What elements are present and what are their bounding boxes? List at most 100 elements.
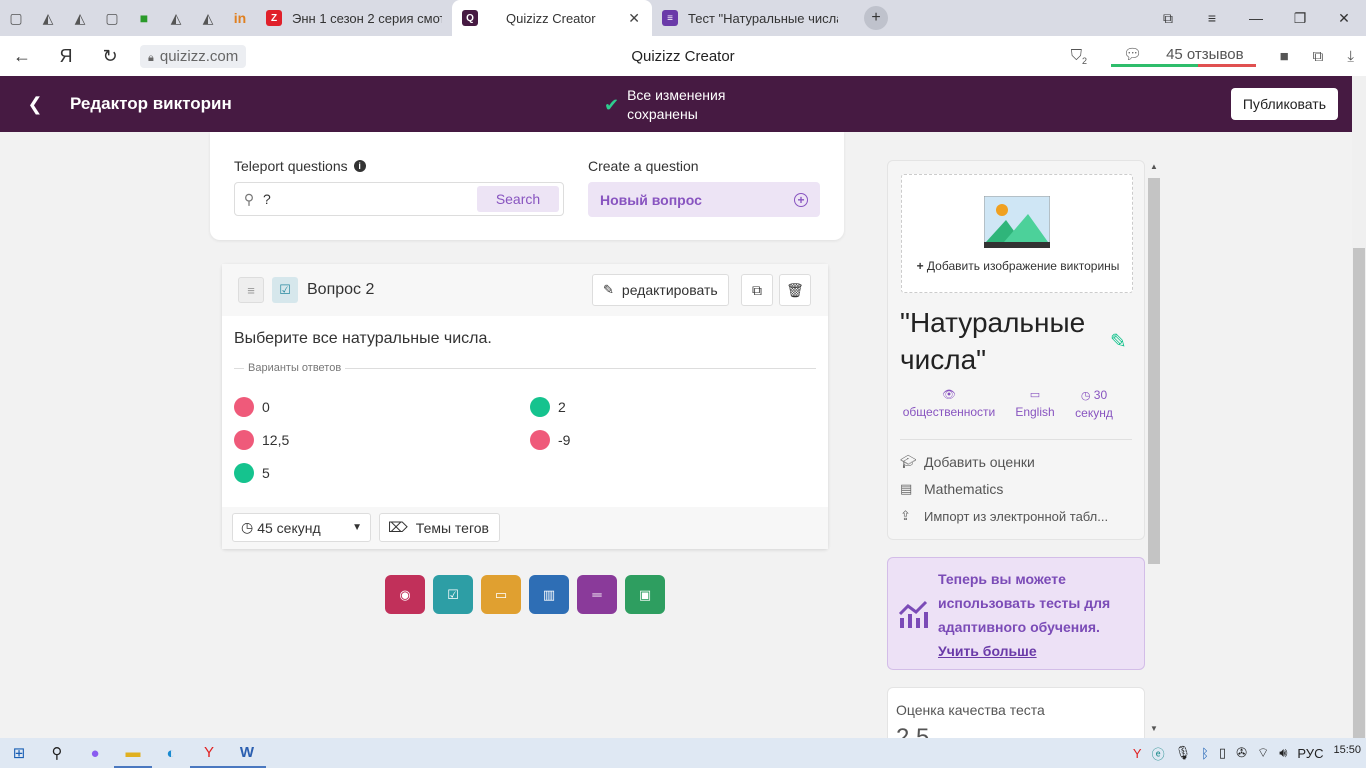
search-button[interactable]: Search (477, 186, 559, 212)
close-icon[interactable]: ✕ (628, 10, 640, 27)
check-icon: ✔ (604, 94, 620, 115)
pinned-tab-4[interactable]: ▢ (96, 0, 128, 36)
drag-handle-icon[interactable]: ≡ (238, 277, 264, 303)
back-arrow-icon[interactable]: ← (0, 46, 44, 67)
tab-test[interactable]: ≡ Тест "Натуральные числа" (652, 0, 852, 36)
bluetooth-icon[interactable]: ᛒ (1201, 746, 1209, 761)
pinned-tab-5[interactable]: ■ (128, 0, 160, 36)
delete-button[interactable]: 🗑︎ (779, 274, 811, 306)
checkbox-button[interactable]: ☑ (433, 575, 473, 614)
duplicate-button[interactable]: ⧉ (741, 274, 773, 306)
fill-blank-button[interactable]: ▭ (481, 575, 521, 614)
quizizz-icon: Q (462, 10, 478, 26)
upload-icon: ⇪ (900, 508, 911, 523)
back-chevron-icon[interactable]: ❮ (0, 94, 70, 115)
poll-button[interactable]: ▥ (529, 575, 569, 614)
network-icon[interactable]: ✇ (1236, 745, 1247, 761)
language-setting[interactable]: ▭ English (1012, 387, 1058, 421)
translate-icon: ▭ (1029, 389, 1041, 401)
yandex-tray-icon[interactable]: Y (1133, 746, 1142, 761)
open-ended-button[interactable]: ═ (577, 575, 617, 614)
scroll-down-icon[interactable]: ▼ (1147, 724, 1161, 733)
minimize-icon[interactable]: — (1234, 10, 1278, 26)
volume-icon[interactable]: 🔊︎ (1279, 745, 1287, 761)
language-indicator[interactable]: РУС (1297, 746, 1323, 761)
publish-button[interactable]: Публиковать (1230, 88, 1338, 120)
windows-start-icon[interactable]: ⊞ (0, 738, 38, 768)
pencil-icon[interactable]: ✎ (1110, 329, 1127, 354)
edge-icon[interactable]: ◐ (152, 738, 190, 768)
collections-icon[interactable]: ⧉ (1313, 48, 1324, 65)
answer-text: 12,5 (262, 432, 290, 448)
answers-label: Варианты ответов (234, 362, 816, 374)
menu-icon[interactable]: ≡ (1190, 10, 1234, 26)
bookmarks-icon[interactable]: ⧉ (1146, 10, 1190, 27)
tab-anime[interactable]: Z Энн 1 сезон 2 серия смотреть онлайн (256, 0, 452, 36)
create-question-label: Create a question (588, 158, 699, 174)
microphone-icon[interactable]: 🎙︎ (1175, 745, 1192, 761)
slide-button[interactable]: ▣ (625, 575, 665, 614)
page-scrollbar[interactable] (1352, 76, 1366, 738)
multiple-choice-button[interactable]: ◉ (385, 575, 425, 614)
alice-icon[interactable]: ● (76, 738, 114, 768)
add-image-box[interactable]: + Добавить изображение викторины (901, 174, 1133, 293)
pinned-tab-2[interactable]: ◭ (32, 0, 64, 36)
restore-icon[interactable]: ❐ (1278, 10, 1322, 27)
teleport-search-input[interactable] (263, 191, 477, 207)
reviews-badge[interactable]: 💬︎ 45 отзывов (1111, 45, 1256, 67)
new-question-button[interactable]: Новый вопрос + (588, 182, 820, 217)
fill-blank-icon: ▭ (494, 586, 508, 602)
yandex-browser-icon[interactable]: Y (190, 738, 228, 768)
caret-down-icon: ▼ (352, 522, 362, 533)
new-tab-button[interactable]: + (864, 6, 888, 30)
tags-button[interactable]: ⌦ Темы тегов (379, 513, 500, 542)
edit-label: редактировать (621, 282, 718, 298)
visibility-setting[interactable]: 👁︎ общественности (900, 387, 998, 421)
prism-icon: ◭ (202, 9, 214, 26)
answer-option: 12,5 (234, 430, 289, 450)
url-field[interactable]: 🔒︎ quizizz.com (140, 44, 247, 68)
bookmark-icon[interactable]: ■ (1280, 48, 1289, 65)
add-grades-row[interactable]: 🎓︎ Добавить оценки (900, 454, 1035, 470)
pinned-tab-8[interactable]: in (224, 0, 256, 36)
tab-quizizz-creator[interactable]: Q Quizizz Creator ✕ (452, 0, 652, 36)
plus-circle-icon: + (794, 192, 808, 207)
clock[interactable]: 15:50 (1333, 744, 1361, 756)
checkbox-type-icon: ☑ (272, 277, 298, 303)
time-select[interactable]: ◷ 45 секунд ▼ (232, 513, 371, 542)
e-icon[interactable]: ⓔ (1152, 744, 1165, 763)
tab-title: Тест "Натуральные числа" (688, 10, 838, 26)
page-scrollbar-thumb[interactable] (1353, 248, 1365, 738)
word-icon[interactable]: W (228, 738, 266, 768)
scroll-up-icon[interactable]: ▲ (1147, 162, 1161, 171)
time-setting[interactable]: ◷ 30 секунд (1072, 387, 1116, 422)
multiple-choice-icon: ◉ (399, 586, 411, 602)
download-icon[interactable]: ⤓ (1347, 48, 1354, 65)
image-icon (984, 196, 1050, 248)
phone-icon[interactable]: ▯ (1219, 745, 1226, 761)
learn-more-link[interactable]: Учить больше (938, 643, 1037, 659)
chat-icon: 💬︎ (1123, 46, 1143, 63)
pinned-tab-6[interactable]: ◭ (160, 0, 192, 36)
teleport-search: ⚲ Search (234, 182, 564, 216)
pinned-tab-7[interactable]: ◭ (192, 0, 224, 36)
wifi-icon[interactable]: ⌔ (1257, 745, 1269, 761)
reload-icon[interactable]: ↻ (88, 46, 132, 67)
search-icon[interactable]: ⚲ (38, 738, 76, 768)
edit-button[interactable]: ✎ редактировать (592, 274, 729, 306)
import-row[interactable]: ⇪ Импорт из электронной табл... (900, 508, 1108, 524)
pinned-tab-1[interactable]: ▢ (0, 0, 32, 36)
shield-icon[interactable]: ⛉2 (1071, 47, 1087, 66)
yandex-icon[interactable]: Я (44, 46, 88, 67)
in-icon: in (233, 10, 247, 26)
add-image-label: + Добавить изображение викторины (916, 259, 1120, 273)
close-window-icon[interactable]: ✕ (1322, 10, 1366, 27)
scrollbar-thumb[interactable] (1148, 178, 1160, 564)
eye-icon: 👁︎ (942, 389, 956, 401)
info-icon[interactable]: i (353, 160, 366, 172)
clock-icon: ◷ (1080, 390, 1091, 402)
explorer-icon[interactable]: ▬ (114, 738, 152, 768)
pinned-tab-3[interactable]: ◭ (64, 0, 96, 36)
panel-scrollbar[interactable]: ▲ ▼ (1147, 160, 1161, 738)
subject-row[interactable]: ▤ Mathematics (900, 481, 1003, 497)
